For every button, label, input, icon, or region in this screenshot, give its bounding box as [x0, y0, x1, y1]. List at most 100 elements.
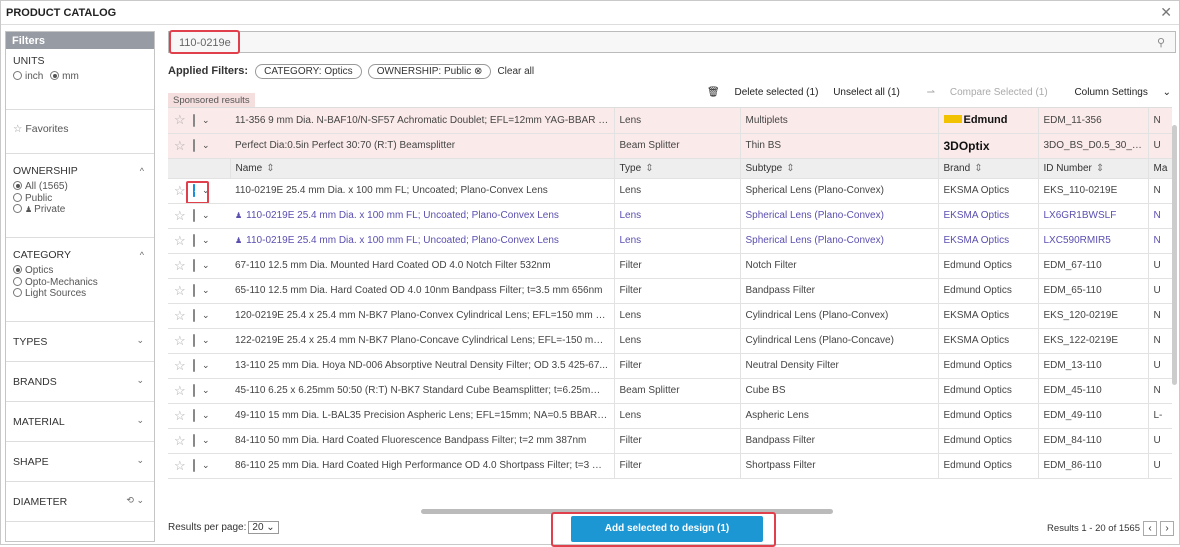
column-header[interactable]: Name ⇕ [230, 158, 615, 179]
row-checkbox[interactable] [193, 284, 195, 297]
chevron-down-icon[interactable]: ⌄ [202, 410, 210, 421]
chevron-down-icon[interactable]: ⌄ [136, 415, 144, 426]
column-header[interactable]: Subtype ⇕ [740, 158, 939, 179]
chevron-down-icon[interactable]: ⌄ [136, 455, 144, 466]
column-settings-button[interactable]: Column Settings ⌄ [1062, 87, 1171, 98]
next-page-button[interactable]: › [1160, 521, 1174, 536]
row-checkbox[interactable] [193, 409, 195, 422]
row-checkbox[interactable] [193, 359, 195, 372]
prev-page-button[interactable]: ‹ [1143, 521, 1157, 536]
star-icon[interactable]: ☆ [174, 112, 190, 128]
star-icon[interactable]: ☆ [174, 408, 190, 424]
row-checkbox[interactable] [193, 384, 195, 397]
table-row[interactable]: ☆ ⌄ 122-0219E 25.4 x 25.4 mm N-BK7 Plano-C… [168, 328, 1172, 354]
chevron-down-icon[interactable]: ⌄ [202, 460, 210, 471]
star-icon[interactable]: ☆ [174, 458, 190, 474]
column-header[interactable]: Type ⇕ [614, 158, 741, 179]
chevron-down-icon[interactable]: ⌄ [202, 285, 210, 296]
favorites-section[interactable]: ☆ Favorites [6, 110, 154, 154]
chevron-down-icon[interactable]: ⌄ [202, 310, 210, 321]
row-checkbox[interactable] [193, 234, 195, 247]
chip-ownership[interactable]: OWNERSHIP: Public ⊗ [367, 64, 492, 79]
table-row[interactable]: ☆ ⌄ 45-110 6.25 x 6.25mm 50:50 (R:T) N-BK7… [168, 378, 1172, 404]
chevron-down-icon[interactable]: ⌄ [136, 335, 144, 346]
reset-chevron-icon[interactable]: ⟲ ⌄ [126, 495, 144, 506]
chevron-down-icon[interactable]: ⌄ [202, 435, 210, 446]
row-checkbox[interactable] [193, 309, 195, 322]
ownership-public-radio[interactable] [13, 192, 22, 202]
ownership-all-radio[interactable] [13, 181, 22, 190]
sort-icon[interactable]: ⇕ [1096, 163, 1104, 174]
unselect-all-button[interactable]: Unselect all (1) [833, 87, 900, 98]
chevron-down-icon[interactable]: ⌄ [202, 360, 210, 371]
diameter-section[interactable]: DIAMETER ⟲ ⌄ [6, 482, 154, 522]
add-selected-button[interactable]: Add selected to design (1) [571, 516, 763, 542]
star-icon[interactable]: ☆ [174, 138, 190, 154]
table-row[interactable]: ☆ ⌄ 110-0219E 25.4 mm Dia. x 100 mm FL; Un… [168, 178, 1172, 204]
row-checkbox[interactable] [193, 113, 195, 127]
vertical-scrollbar[interactable] [1172, 125, 1177, 385]
close-icon[interactable]: ⊗ [474, 66, 482, 77]
row-checkbox[interactable] [193, 184, 195, 197]
sponsored-row[interactable]: ☆ ⌄ Perfect Dia:0.5in Perfect 30:70 (R:T) … [168, 133, 1172, 159]
chevron-up-icon[interactable]: ^ [140, 250, 144, 260]
star-icon[interactable]: ☆ [174, 433, 190, 449]
star-icon[interactable]: ☆ [174, 283, 190, 299]
material-section[interactable]: MATERIAL ⌄ [6, 402, 154, 442]
chevron-down-icon[interactable]: ⌄ [202, 140, 210, 151]
compare-selected-button[interactable]: ⇀ Compare Selected (1) [915, 87, 1048, 98]
table-row[interactable]: ☆ ⌄ 65-110 12.5 mm Dia. Hard Coated OD 4.0… [168, 278, 1172, 304]
star-icon[interactable]: ☆ [174, 383, 190, 399]
column-header[interactable]: Ma [1148, 158, 1172, 179]
clear-all-link[interactable]: Clear all [497, 66, 534, 77]
star-icon[interactable]: ☆ [174, 308, 190, 324]
row-checkbox[interactable] [193, 459, 195, 472]
row-checkbox[interactable] [193, 209, 195, 222]
column-header[interactable]: ID Number ⇕ [1038, 158, 1149, 179]
sort-icon[interactable]: ⇕ [974, 163, 982, 174]
chevron-up-icon[interactable]: ^ [140, 166, 144, 176]
star-icon[interactable]: ☆ [174, 258, 190, 274]
table-row[interactable]: ☆ ⌄ 86-110 25 mm Dia. Hard Coated High Per… [168, 453, 1172, 479]
chevron-down-icon[interactable]: ⌄ [202, 385, 210, 396]
category-optomech-radio[interactable] [13, 276, 22, 286]
sort-icon[interactable]: ⇕ [645, 163, 653, 174]
search-input[interactable]: 110-0219e ⚲ [168, 30, 1176, 54]
chevron-down-icon[interactable]: ⌄ [202, 210, 210, 221]
row-checkbox[interactable] [193, 434, 195, 447]
table-row[interactable]: ☆ ⌄ 84-110 50 mm Dia. Hard Coated Fluoresc… [168, 428, 1172, 454]
table-row[interactable]: ☆ ⌄ 120-0219E 25.4 x 25.4 mm N-BK7 Plano-C… [168, 303, 1172, 329]
sponsored-row[interactable]: ☆ ⌄ 11-356 9 mm Dia. N-BAF10/N-SF57 Achrom… [168, 108, 1172, 134]
table-row[interactable]: ☆ ⌄ 13-110 25 mm Dia. Hoya ND-006 Absorpti… [168, 353, 1172, 379]
ownership-private-radio[interactable] [13, 204, 22, 213]
star-icon[interactable]: ☆ [174, 358, 190, 374]
types-section[interactable]: TYPES ⌄ [6, 322, 154, 362]
search-icon[interactable]: ⚲ [1157, 36, 1165, 49]
chip-category[interactable]: CATEGORY: Optics [255, 64, 362, 79]
table-row[interactable]: ☆ ⌄ 49-110 15 mm Dia. L-BAL35 Precision As… [168, 403, 1172, 429]
chevron-down-icon[interactable]: ⌄ [202, 260, 210, 271]
chevron-down-icon[interactable]: ⌄ [202, 115, 210, 126]
delete-selected-button[interactable]: 🗑 Delete selected (1) [695, 87, 818, 98]
sort-icon[interactable]: ⇕ [266, 163, 274, 174]
table-row[interactable]: ☆ ⌄ ♟ 110-0219E 25.4 mm Dia. x 100 mm FL; U… [168, 228, 1172, 254]
row-checkbox[interactable] [193, 334, 195, 347]
row-checkbox[interactable] [193, 139, 195, 152]
category-light-radio[interactable] [13, 288, 22, 297]
close-icon[interactable]: ✕ [1160, 4, 1172, 21]
star-icon[interactable]: ☆ [174, 233, 190, 249]
row-checkbox[interactable] [193, 259, 195, 272]
sort-icon[interactable]: ⇕ [786, 163, 794, 174]
mm-radio[interactable] [50, 71, 60, 80]
results-per-page-select[interactable]: 20 ⌄ [248, 521, 279, 534]
table-row[interactable]: ☆ ⌄ ♟ 110-0219E 25.4 mm Dia. x 100 mm FL; U… [168, 203, 1172, 229]
star-icon[interactable]: ☆ [174, 333, 190, 349]
category-optics-radio[interactable] [13, 265, 22, 274]
star-icon[interactable]: ☆ [174, 208, 190, 224]
chevron-down-icon[interactable]: ⌄ [136, 375, 144, 386]
chevron-down-icon[interactable]: ⌄ [202, 235, 210, 246]
brands-section[interactable]: BRANDS ⌄ [6, 362, 154, 402]
table-row[interactable]: ☆ ⌄ 67-110 12.5 mm Dia. Mounted Hard Coate… [168, 253, 1172, 279]
shape-section[interactable]: SHAPE ⌄ [6, 442, 154, 482]
inch-radio[interactable] [13, 71, 22, 80]
